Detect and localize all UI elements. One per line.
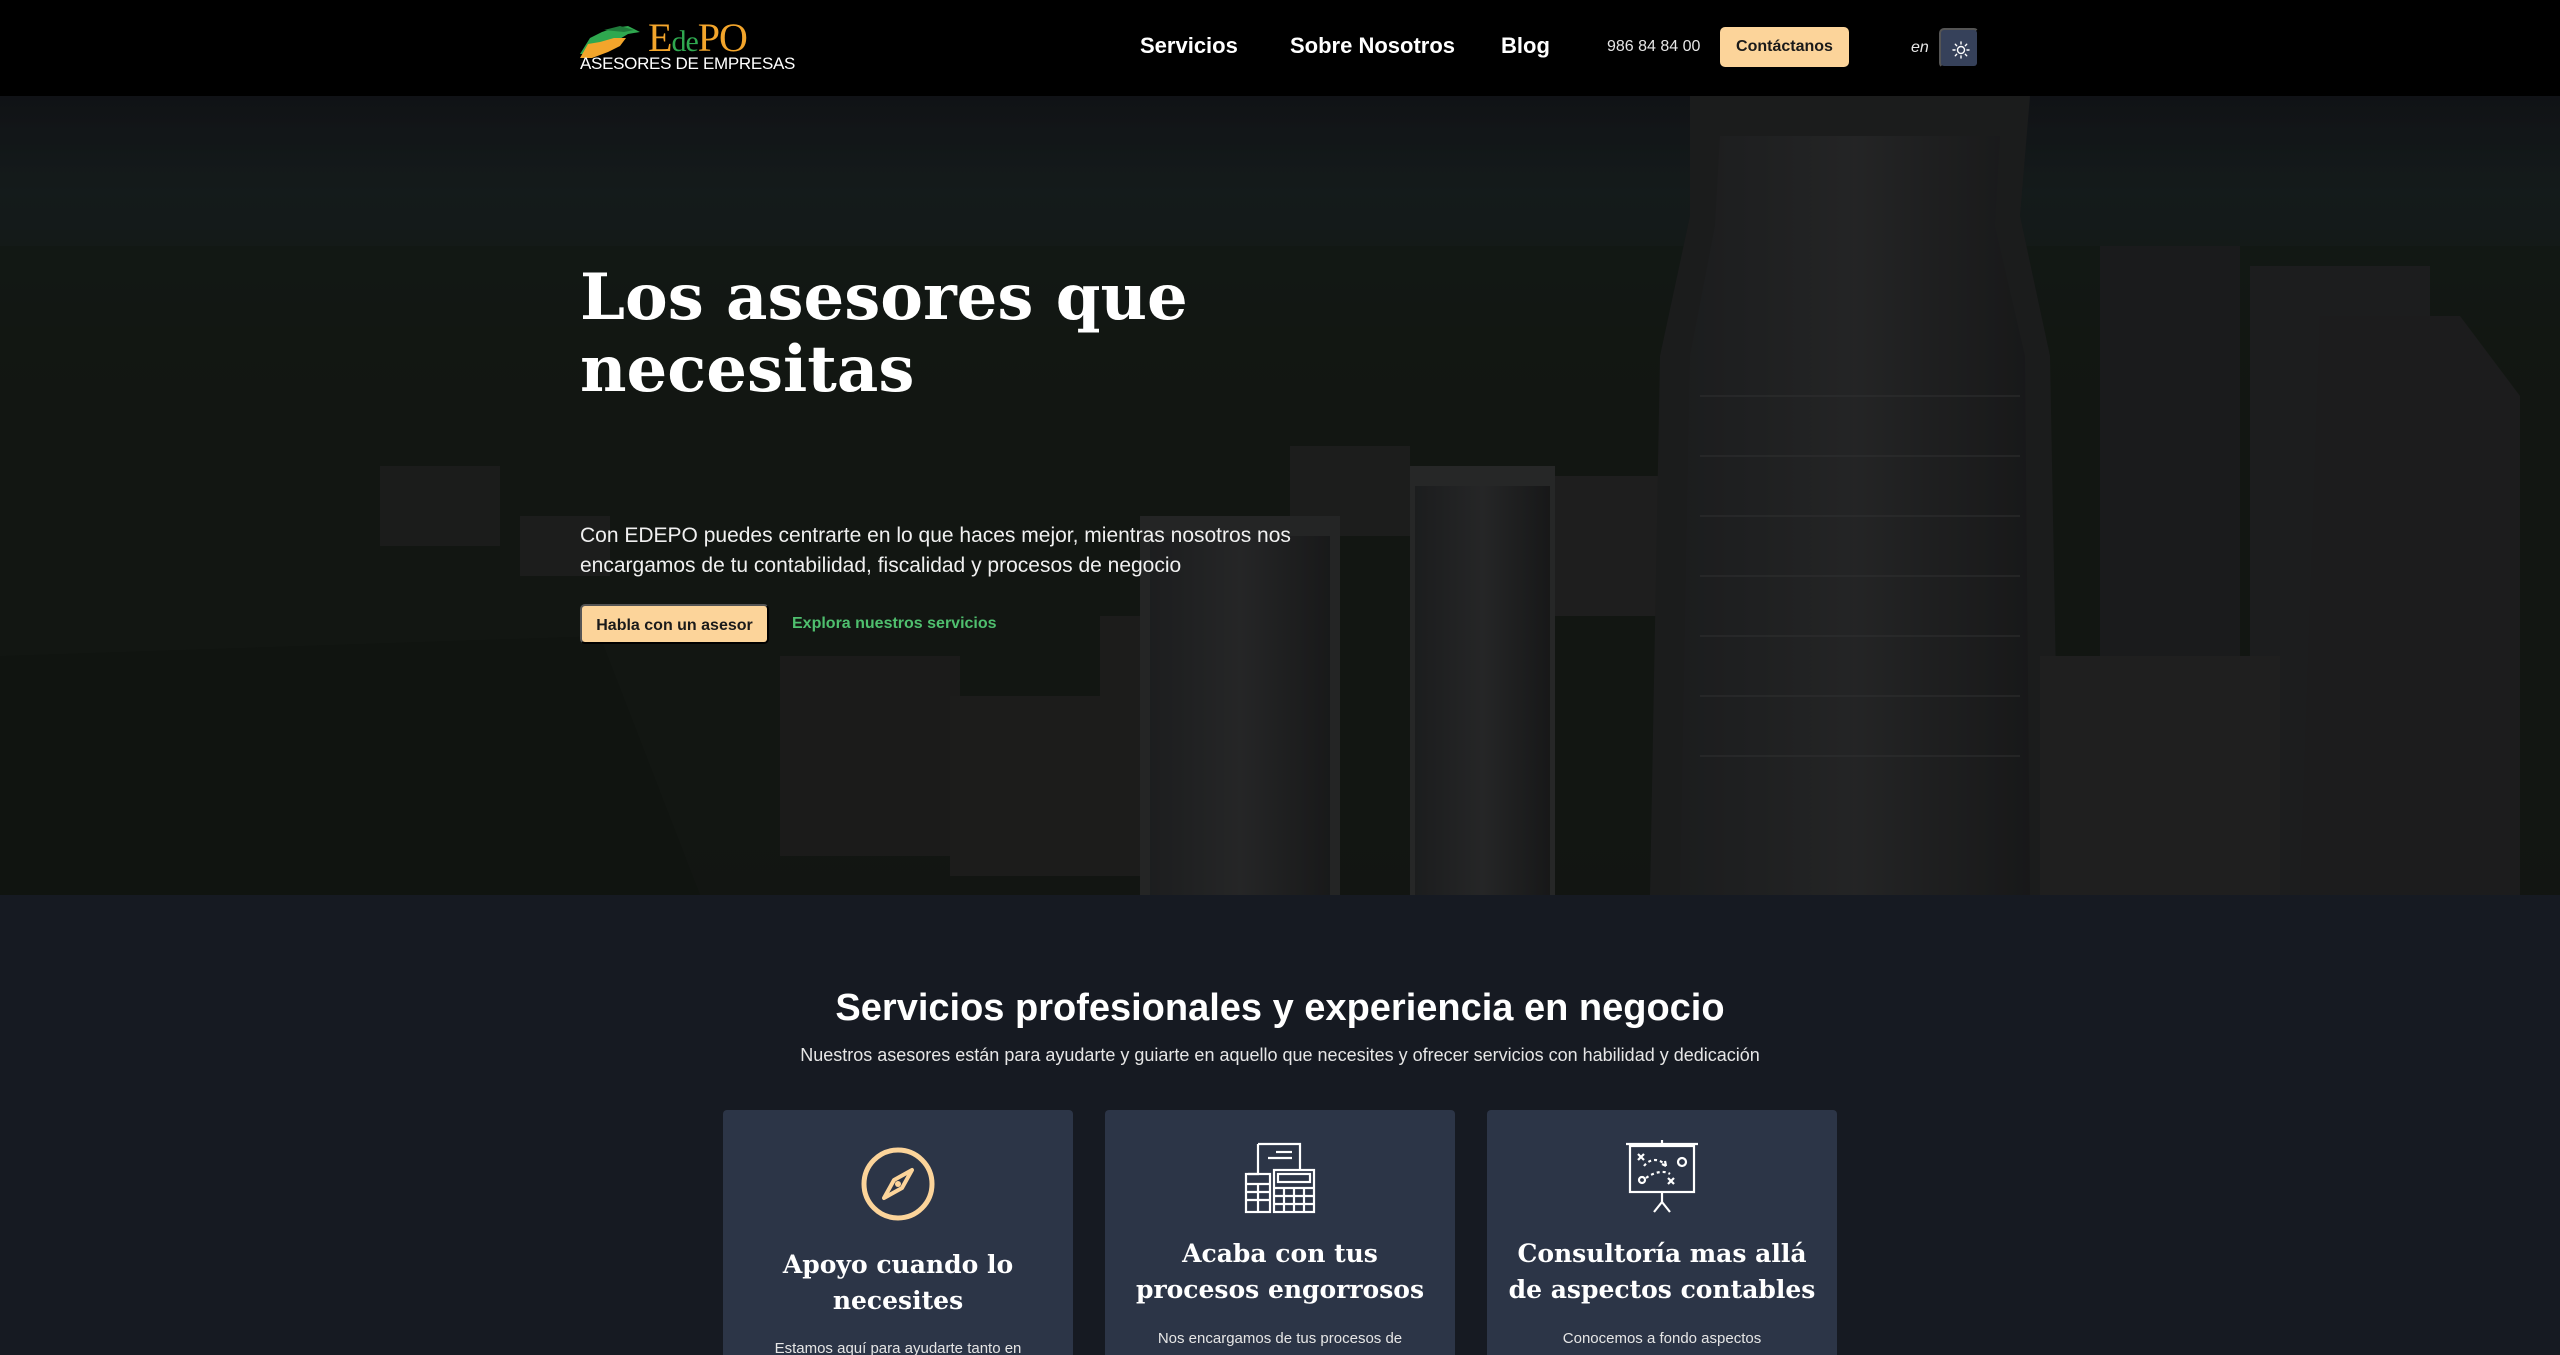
services-subtitle: Nuestros asesores están para ayudarte y … [800,1045,1760,1065]
nav-servicios[interactable]: Servicios [1140,32,1238,60]
card-text: Conocemos a fondo aspectos [1562,1330,1762,1347]
theme-toggle-button[interactable] [1939,28,1979,68]
card-text: Estamos aquí para ayudarte tanto en [774,1340,1022,1355]
service-card-consulting[interactable]: Consultoría mas allá de aspectos contabl… [1487,1110,1837,1355]
services-title: Servicios profesionales y experiencia en… [835,987,1725,1029]
phone-number[interactable]: 986 84 84 00 [1607,37,1700,57]
card-title: Acaba con tus procesos engorrosos [1135,1239,1425,1304]
service-card-support[interactable]: Apoyo cuando lo necesites Estamos aquí p… [723,1110,1073,1355]
sun-icon [1952,41,1970,59]
logo-tagline: ASESORES DE EMPRESAS [580,54,796,73]
card-text: Nos encargamos de tus procesos de [1157,1330,1403,1347]
documents-calculator-icon [1244,1142,1316,1214]
hero-section: Los asesores que necesitas Con EDEPO pue… [0,96,2560,895]
explore-services-link[interactable]: Explora nuestros servicios [792,613,997,635]
card-title: Apoyo cuando lo necesites [782,1250,1014,1315]
hero-subtitle: Con EDEPO puedes centrarte en lo que hac… [580,524,1291,577]
city-skyline-image [0,96,2560,895]
language-switch[interactable]: en [1911,38,1929,58]
site-header: EdePO ASESORES DE EMPRESAS Servicios Sob… [0,0,2560,96]
card-title: Consultoría mas allá de aspectos contabl… [1508,1239,1816,1304]
contact-button[interactable]: Contáctanos [1720,27,1849,67]
hero-title: Los asesores que necesitas [580,260,1188,407]
service-card-processes[interactable]: Acaba con tus procesos engorrosos Nos en… [1105,1110,1455,1355]
edepo-logo[interactable]: EdePO ASESORES DE EMPRESAS [580,18,795,74]
nav-blog[interactable]: Blog [1501,32,1550,60]
compass-icon [861,1147,935,1221]
strategy-board-icon [1626,1140,1698,1213]
nav-sobre-nosotros[interactable]: Sobre Nosotros [1290,32,1455,60]
talk-to-advisor-button[interactable]: Habla con un asesor [580,604,769,644]
